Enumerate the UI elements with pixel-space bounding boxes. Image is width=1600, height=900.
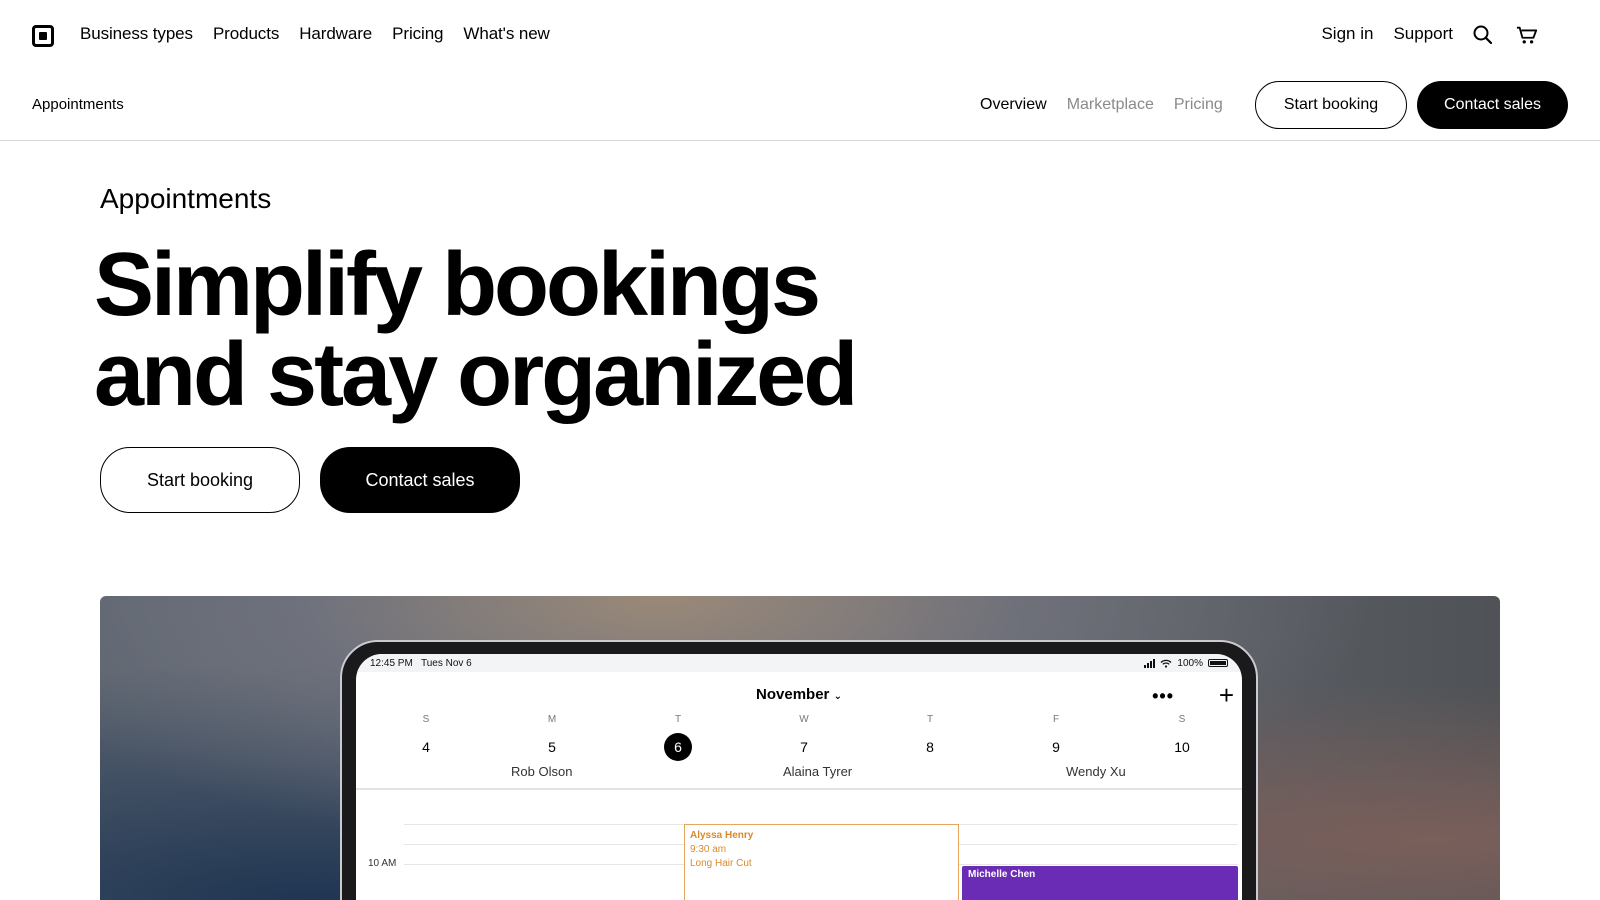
appointment-card-purple[interactable]: Michelle Chen (962, 866, 1238, 900)
support-link[interactable]: Support (1393, 24, 1453, 44)
search-icon[interactable] (1472, 24, 1494, 46)
day-number: 4 (422, 739, 430, 755)
headline-line-2: and stay organized (94, 325, 858, 425)
main-nav-links: Business types Products Hardware Pricing… (80, 24, 550, 44)
nav-link-hardware[interactable]: Hardware (299, 24, 372, 44)
day-column[interactable]: F 9 (1036, 714, 1076, 761)
nav-link-products[interactable]: Products (213, 24, 279, 44)
day-column[interactable]: S 4 (406, 714, 446, 761)
subnav-title[interactable]: Appointments (32, 96, 124, 113)
hero-headline: Simplify bookings and stay organized (94, 240, 894, 420)
staff-row: Rob Olson Alaina Tyrer Wendy Xu (356, 764, 1242, 790)
battery-percent: 100% (1177, 657, 1203, 669)
day-number: 8 (926, 739, 934, 755)
subnav-links: Overview Marketplace Pricing (980, 96, 1223, 114)
subnav-pricing[interactable]: Pricing (1174, 96, 1223, 114)
day-of-week: S (1178, 714, 1186, 725)
day-of-week: T (674, 714, 682, 725)
cart-icon[interactable] (1516, 24, 1538, 46)
day-number: 10 (1174, 739, 1190, 755)
day-of-week: S (422, 714, 430, 725)
tablet-device: 12:45 PM Tues Nov 6 100% November ⌄ ••• … (340, 640, 1258, 900)
day-column-selected[interactable]: T 6 (658, 714, 698, 761)
day-number-selected: 6 (664, 733, 692, 761)
calendar-header: November ⌄ ••• + (356, 672, 1242, 710)
square-logo[interactable] (32, 25, 54, 47)
day-number: 9 (1052, 739, 1060, 755)
time-label: 10 AM (368, 858, 397, 869)
staff-name[interactable]: Alaina Tyrer (783, 764, 852, 779)
day-of-week: M (547, 714, 557, 725)
sign-in-link[interactable]: Sign in (1321, 24, 1373, 44)
status-date: Tues Nov 6 (420, 657, 472, 669)
day-of-week: W (799, 714, 809, 725)
headline-line-1: Simplify bookings (94, 235, 821, 335)
battery-icon (1208, 659, 1228, 667)
product-subnav: Appointments Overview Marketplace Pricin… (0, 72, 1600, 141)
schedule-grid: 10 AM Alyssa Henry 9:30 am Long Hair Cut… (356, 790, 1242, 900)
tablet-screen: 12:45 PM Tues Nov 6 100% November ⌄ ••• … (356, 654, 1242, 900)
hero-contact-sales-button[interactable]: Contact sales (320, 447, 520, 513)
top-navigation: Business types Products Hardware Pricing… (0, 0, 1600, 72)
appointment-service: Long Hair Cut (690, 858, 752, 869)
subnav-marketplace[interactable]: Marketplace (1067, 96, 1154, 114)
more-options-icon[interactable]: ••• (1152, 686, 1174, 707)
week-strip: S 4 M 5 T 6 W 7 T 8 F 9 S 10 (356, 706, 1242, 764)
hero-eyebrow: Appointments (100, 183, 272, 214)
wifi-icon (1160, 659, 1172, 668)
day-column[interactable]: S 10 (1162, 714, 1202, 761)
subnav-contact-sales-button[interactable]: Contact sales (1417, 81, 1568, 129)
day-number: 5 (548, 739, 556, 755)
appointment-client: Michelle Chen (968, 869, 1036, 880)
nav-link-pricing[interactable]: Pricing (392, 24, 443, 44)
appointment-card[interactable]: Alyssa Henry 9:30 am Long Hair Cut (684, 824, 959, 900)
subnav-overview[interactable]: Overview (980, 96, 1047, 114)
product-showcase-image: 12:45 PM Tues Nov 6 100% November ⌄ ••• … (100, 596, 1500, 900)
staff-name[interactable]: Rob Olson (511, 764, 572, 779)
day-number: 7 (800, 739, 808, 755)
day-of-week: T (926, 714, 934, 725)
nav-link-whats-new[interactable]: What's new (463, 24, 549, 44)
appointment-client: Alyssa Henry (690, 830, 754, 841)
month-label: November (756, 686, 830, 703)
month-selector[interactable]: November ⌄ (356, 686, 1242, 703)
chevron-down-icon: ⌄ (833, 691, 842, 702)
status-bar: 12:45 PM Tues Nov 6 100% (356, 654, 1242, 672)
hero-start-booking-button[interactable]: Start booking (100, 447, 300, 513)
nav-link-business-types[interactable]: Business types (80, 24, 193, 44)
account-links: Sign in Support (1321, 24, 1453, 44)
signal-icon (1144, 658, 1156, 668)
subnav-start-booking-button[interactable]: Start booking (1255, 81, 1407, 129)
day-column[interactable]: W 7 (784, 714, 824, 761)
day-column[interactable]: T 8 (910, 714, 950, 761)
status-time: 12:45 PM (370, 657, 413, 669)
appointment-time: 9:30 am (690, 844, 727, 855)
day-of-week: F (1052, 714, 1060, 725)
staff-name[interactable]: Wendy Xu (1066, 764, 1126, 779)
day-column[interactable]: M 5 (532, 714, 572, 761)
